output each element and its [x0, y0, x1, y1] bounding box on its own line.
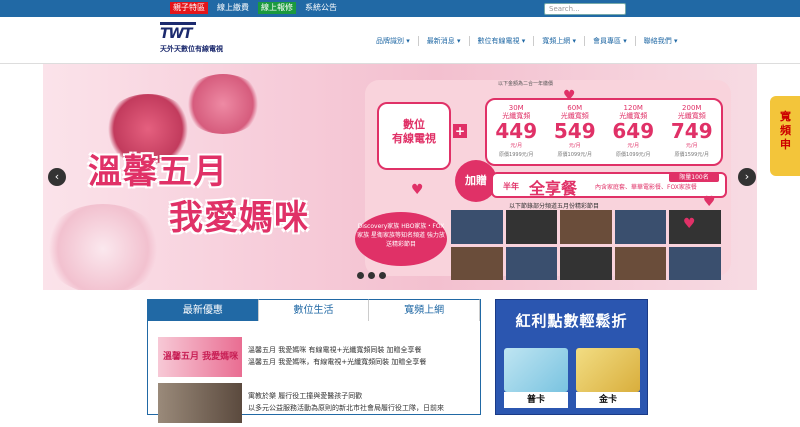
program-thumb	[505, 210, 558, 244]
news-tabs: 最新優惠 數位生活 寬頻上網	[148, 299, 481, 321]
nav-members[interactable]: 會員專區 ▾	[584, 36, 635, 46]
nav-contact[interactable]: 聯絡我們 ▾	[634, 36, 686, 46]
plan-unit: 元/月	[627, 143, 640, 149]
site-logo[interactable]: TWT 天外天數位有線電視	[160, 22, 260, 54]
discovery-bubble: Discovery家族 HBO家族・FOX家族 星衛家族等知名頻道 強力放送精彩…	[355, 212, 447, 266]
plan-price: 549	[553, 119, 596, 143]
program-thumb	[614, 210, 667, 244]
plus-icon: +	[453, 124, 467, 138]
program-thumb	[451, 246, 503, 280]
top-link-online-payment[interactable]: 線上繳費	[214, 2, 252, 14]
gold-card-label: 金卡	[576, 392, 640, 408]
news-desc: 溫馨五月 我愛媽咪，有線電視+光纖寬頻同裝 加贈全享餐	[248, 358, 427, 366]
program-thumb	[451, 210, 503, 244]
tab-broadband[interactable]: 寬頻上網	[369, 299, 481, 321]
top-bar: 親子特區 線上繳費 線上報修 系統公告 Search...	[0, 0, 800, 17]
gold-card-image	[576, 348, 640, 392]
side-promo-tab[interactable]: 寬頻申	[770, 96, 800, 176]
carousel-dots[interactable]	[357, 272, 386, 279]
nav-news[interactable]: 最新消息 ▾	[417, 36, 469, 46]
classic-card-image	[504, 348, 568, 392]
tab-digital-life[interactable]: 數位生活	[258, 299, 370, 321]
news-thumbnail[interactable]	[158, 383, 242, 423]
promo-banner[interactable]: 溫馨五月 我愛媽咪 以下金額為二合一年繳價 數位 有線電視 + 30M 光纖寬頻…	[43, 64, 757, 290]
ad-title: 紅利點數輕鬆折	[515, 312, 628, 330]
plan-orig-price: 原價1599元/月	[674, 152, 709, 158]
plan-unit: 元/月	[510, 143, 523, 149]
package-name: 全享餐	[529, 179, 578, 198]
carousel-dot[interactable]	[368, 272, 375, 279]
nav-brand[interactable]: 品牌識別 ▾	[368, 36, 418, 46]
heart-icon: ♥	[411, 182, 424, 198]
search-input[interactable]: Search...	[544, 3, 626, 15]
price-note: 以下金額為二合一年繳價	[498, 81, 554, 87]
digital-label-line1: 數位	[403, 118, 425, 131]
carousel-dot[interactable]	[379, 272, 386, 279]
decor-flower	[43, 204, 163, 290]
news-item[interactable]: 溫馨五月 我愛媽咪 溫馨五月 我愛媽咪 有線電視+光纖寬頻同裝 加贈全享餐 溫馨…	[158, 337, 472, 381]
plan-speed: 120M	[623, 104, 643, 112]
program-thumb	[614, 246, 667, 280]
plan-unit: 元/月	[568, 143, 581, 149]
banner-next-button[interactable]: ›	[738, 168, 756, 186]
news-thumbnail[interactable]: 溫馨五月 我愛媽咪	[158, 337, 242, 377]
heart-icon: ♥	[563, 88, 576, 104]
tab-latest-offers[interactable]: 最新優惠	[148, 299, 259, 321]
decor-flower	[183, 74, 263, 134]
carousel-dot[interactable]	[357, 272, 364, 279]
nav-digital-tv[interactable]: 數位有線電視 ▾	[468, 36, 534, 46]
classic-card-label: 普卡	[504, 392, 568, 408]
broadband-plans: 30M 光纖寬頻 449 元/月 原價1999元/月 60M 光纖寬頻 549 …	[485, 98, 723, 166]
program-thumb	[505, 246, 558, 280]
package-desc: 內含家庭套、華華電影餐、FOX家族餐	[595, 184, 697, 191]
news-item[interactable]: 寓教於樂 履行役工撞與愛醫孩子同歡 以多元公益服務活動為原則的新北市社會局履行役…	[158, 383, 472, 427]
plan-speed: 200M	[682, 104, 702, 112]
logo-mark: TWT	[160, 22, 196, 42]
plan-price: 449	[495, 119, 538, 143]
heart-icon: ♥	[703, 194, 716, 210]
plan-card: 120M 光纖寬頻 649 元/月 原價1099元/月	[605, 104, 661, 164]
limited-badge: 限量100名	[669, 173, 719, 182]
top-link-announcements[interactable]: 系統公告	[302, 2, 340, 14]
plan-orig-price: 原價1099元/月	[557, 152, 592, 158]
banner-prev-button[interactable]: ‹	[48, 168, 66, 186]
logo-text: 天外天數位有線電視	[160, 45, 223, 53]
channel-note: 以下節錄部分頻道五月份精彩節目	[509, 203, 600, 210]
news-thumb-text: 溫馨五月 我愛媽咪	[163, 352, 239, 362]
plan-speed: 30M	[508, 104, 524, 112]
nav-broadband[interactable]: 寬頻上網 ▾	[533, 36, 584, 46]
plan-card: 30M 光纖寬頻 449 元/月 原價1999元/月	[488, 104, 544, 164]
program-thumb	[560, 246, 612, 280]
main-nav: 品牌識別 ▾ 最新消息 ▾ 數位有線電視 ▾ 寬頻上網 ▾ 會員專區 ▾ 聯絡我…	[368, 36, 686, 46]
banner-title-line2: 我愛媽咪	[169, 198, 309, 238]
top-link-kids[interactable]: 親子特區	[170, 2, 208, 14]
digital-label-line2: 有線電視	[392, 132, 436, 145]
top-links: 親子特區 線上繳費 線上報修 系統公告	[170, 2, 340, 14]
digital-tv-label: 數位 有線電視	[377, 102, 451, 170]
plan-unit: 元/月	[685, 143, 698, 149]
bonus-points-ad[interactable]: 紅利點數輕鬆折 普卡 金卡	[495, 299, 648, 415]
heart-icon: ♥	[683, 216, 696, 232]
top-link-online-repair[interactable]: 線上報修	[258, 2, 296, 14]
plan-card: 60M 光纖寬頻 549 元/月 原價1099元/月	[547, 104, 603, 164]
plan-orig-price: 原價1099元/月	[616, 152, 651, 158]
news-panel: 最新優惠 數位生活 寬頻上網 溫馨五月 我愛媽咪 溫馨五月 我愛媽咪 有線電視+…	[147, 299, 481, 423]
news-title[interactable]: 溫馨五月 我愛媽咪 有線電視+光纖寬頻同裝 加贈全享餐	[248, 345, 422, 355]
plan-price: 749	[670, 119, 713, 143]
news-desc: 以多元公益服務活動為原則的新北市社會局履行役工隊，日前來	[248, 404, 444, 412]
news-title[interactable]: 寓教於樂 履行役工撞與愛醫孩子同歡	[248, 391, 362, 401]
program-thumb	[560, 210, 612, 244]
banner-title-line1: 溫馨五月	[88, 152, 228, 192]
plan-card: 200M 光纖寬頻 749 元/月 原價1599元/月	[664, 104, 720, 164]
plan-price: 649	[612, 119, 655, 143]
program-thumbnails	[451, 210, 721, 280]
plan-orig-price: 原價1999元/月	[499, 152, 534, 158]
program-thumb	[669, 246, 721, 280]
half-year-label: 半年	[503, 182, 519, 191]
plan-speed: 60M	[567, 104, 583, 112]
